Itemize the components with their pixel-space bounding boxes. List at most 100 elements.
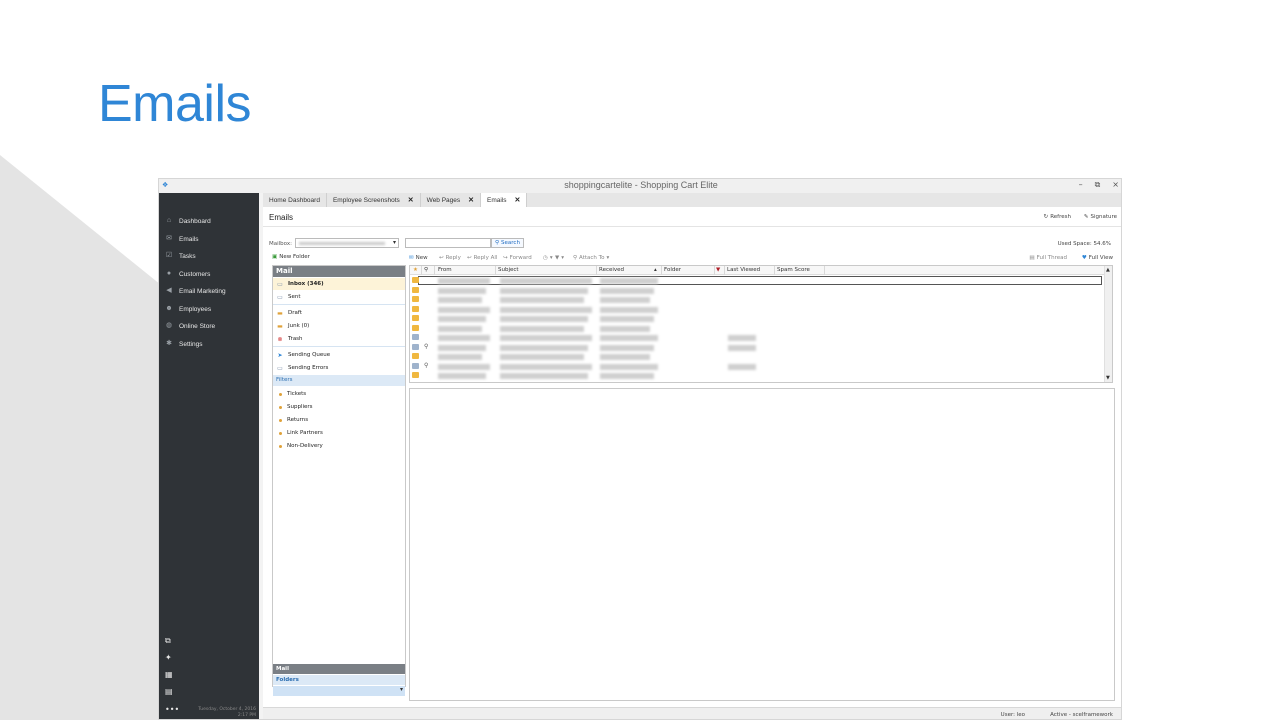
filter-returns[interactable]: Returns [279, 414, 308, 426]
folder-trash[interactable]: ⊗ Trash [273, 333, 405, 345]
folder-sending-queue[interactable]: ➤ Sending Queue [273, 349, 405, 361]
close-tab-icon[interactable]: ✕ [515, 196, 521, 204]
table-row[interactable] [410, 314, 1104, 323]
sidebar-item-customers[interactable]: ● Customers [165, 267, 211, 281]
vertical-scrollbar[interactable]: ▲ ▼ [1104, 266, 1112, 382]
table-row[interactable] [410, 305, 1104, 314]
redacted-text [500, 363, 592, 370]
forward-button[interactable]: ↪ Forward [503, 255, 532, 261]
filter-non-delivery[interactable]: Non-Delivery [279, 440, 323, 452]
envelope-icon [412, 372, 419, 378]
new-folder-button[interactable]: ▣ New Folder [272, 254, 310, 260]
filter-tickets[interactable]: Tickets [279, 388, 306, 400]
filter-suppliers[interactable]: Suppliers [279, 401, 313, 413]
table-row[interactable] [410, 352, 1104, 361]
column-spam-score[interactable]: Spam Score [777, 267, 810, 274]
close-tab-icon[interactable]: ✕ [408, 196, 414, 204]
table-row[interactable] [410, 324, 1104, 333]
sidebar-item-emails[interactable]: ✉ Emails [165, 232, 198, 246]
reply-all-button[interactable]: ↩ Reply All [467, 255, 497, 261]
tab-employee-screenshots[interactable]: Employee Screenshots ✕ [326, 193, 421, 207]
flag-button[interactable]: ◷ ▾ [543, 255, 553, 261]
sidebar-item-label: Email Marketing [179, 287, 226, 295]
column-subject[interactable]: Subject [498, 267, 519, 274]
filters-header[interactable]: Filters [273, 375, 405, 386]
table-row[interactable] [410, 276, 1104, 285]
scroll-up-icon[interactable]: ▲ [1106, 267, 1110, 273]
new-label: New [415, 255, 428, 261]
folder-sent[interactable]: ▭ Sent [273, 291, 405, 303]
title-bar: ❖ shoppingcartelite - Shopping Cart Elit… [159, 179, 1121, 193]
full-thread-button[interactable]: ▤ Full Thread [1029, 255, 1067, 261]
tab-bar: Home Dashboard Employee Screenshots ✕ We… [263, 193, 1121, 207]
folder-inbox[interactable]: ▭ Inbox (346) [273, 278, 405, 290]
folder-label: Inbox (346) [288, 281, 324, 287]
close-tab-icon[interactable]: ✕ [468, 196, 474, 204]
redacted-text [500, 306, 592, 313]
table-row[interactable]: ⚲ [410, 362, 1104, 371]
thread-icon: ▤ [1029, 255, 1035, 261]
calculator-icon[interactable]: ▦ [165, 670, 175, 680]
reply-all-icon: ↩ [467, 255, 472, 261]
full-view-button[interactable]: ♥ Full View [1082, 255, 1113, 261]
sidebar-item-settings[interactable]: ✱ Settings [165, 337, 202, 351]
refresh-button[interactable]: ↻ Refresh [1044, 214, 1071, 220]
sidebar-item-employees[interactable]: ☻ Employees [165, 302, 211, 316]
sidebar-item-tasks[interactable]: ☑ Tasks [165, 249, 196, 263]
tab-emails[interactable]: Emails ✕ [481, 193, 528, 207]
reply-button[interactable]: ↩ Reply [439, 255, 461, 261]
full-thread-label: Full Thread [1036, 255, 1067, 261]
table-row[interactable] [410, 295, 1104, 304]
read-envelope-icon [412, 353, 419, 359]
table-row[interactable] [410, 371, 1104, 380]
column-last-viewed[interactable]: Last Viewed [727, 267, 760, 274]
bottom-nav-overflow[interactable]: ▾ [273, 686, 405, 696]
table-row[interactable]: ⚲ [410, 343, 1104, 352]
sidebar-item-label: Dashboard [179, 217, 211, 225]
scroll-down-icon[interactable]: ▼ [1106, 375, 1110, 381]
close-button[interactable]: × [1112, 180, 1119, 190]
column-from[interactable]: From [438, 267, 452, 274]
column-folder[interactable]: Folder [664, 267, 681, 274]
filter-button[interactable]: ▼ ▾ [555, 255, 564, 261]
star-column-icon[interactable]: ★ [413, 267, 418, 274]
slide-title: Emails [98, 75, 252, 133]
column-received[interactable]: Received [599, 267, 624, 274]
sidebar-item-online-store[interactable]: ◍ Online Store [165, 319, 215, 333]
minimize-button[interactable]: – [1079, 180, 1083, 190]
bullet-icon [279, 444, 282, 448]
calendar-icon[interactable]: ▤ [165, 687, 175, 697]
tab-web-pages[interactable]: Web Pages ✕ [420, 193, 482, 207]
redacted-text [600, 306, 658, 313]
flag-column-icon[interactable]: ▼ [716, 267, 720, 274]
bottom-nav-mail[interactable]: Mail [273, 664, 405, 674]
sidebar-item-label: Customers [179, 270, 211, 278]
more-icon[interactable]: ••• [165, 705, 179, 715]
folder-sending-errors[interactable]: ▭ Sending Errors [273, 362, 405, 374]
sidebar-item-dashboard[interactable]: ⌂ Dashboard [165, 214, 211, 228]
tab-home-dashboard[interactable]: Home Dashboard [263, 193, 327, 207]
search-button[interactable]: ⚲ Search [491, 238, 524, 248]
mailbox-toolbar: Mailbox: ▾ ⚲ Search Used Space: 54.6% [263, 237, 1121, 251]
table-row[interactable] [410, 333, 1104, 342]
redacted-text [600, 278, 658, 284]
mailbox-select[interactable]: ▾ [295, 238, 399, 248]
error-mail-icon: ▭ [277, 364, 283, 372]
screens-icon[interactable]: ⧉ [165, 636, 175, 646]
bottom-nav-folders[interactable]: Folders [273, 675, 405, 685]
new-mail-button[interactable]: ✉ New [409, 255, 428, 261]
filter-link-partners[interactable]: Link Partners [279, 427, 323, 439]
attachment-column-icon[interactable]: ⚲ [424, 267, 428, 274]
attach-to-button[interactable]: ⚲ Attach To ▾ [573, 255, 609, 261]
folder-junk[interactable]: ▬ Junk (0) [273, 320, 405, 332]
signature-button[interactable]: ✎ Signature [1084, 214, 1117, 220]
lightbulb-icon[interactable]: ✦ [165, 653, 175, 663]
chevron-down-icon: ▾ [606, 255, 610, 261]
restore-button[interactable]: ⧉ [1095, 180, 1101, 190]
table-row[interactable] [410, 286, 1104, 295]
sidebar-item-email-marketing[interactable]: ◀ Email Marketing [165, 284, 226, 298]
read-envelope-icon [412, 334, 419, 340]
folder-draft[interactable]: ▬ Draft [273, 307, 405, 319]
search-input[interactable] [405, 238, 491, 248]
filter-label: Link Partners [287, 430, 323, 436]
